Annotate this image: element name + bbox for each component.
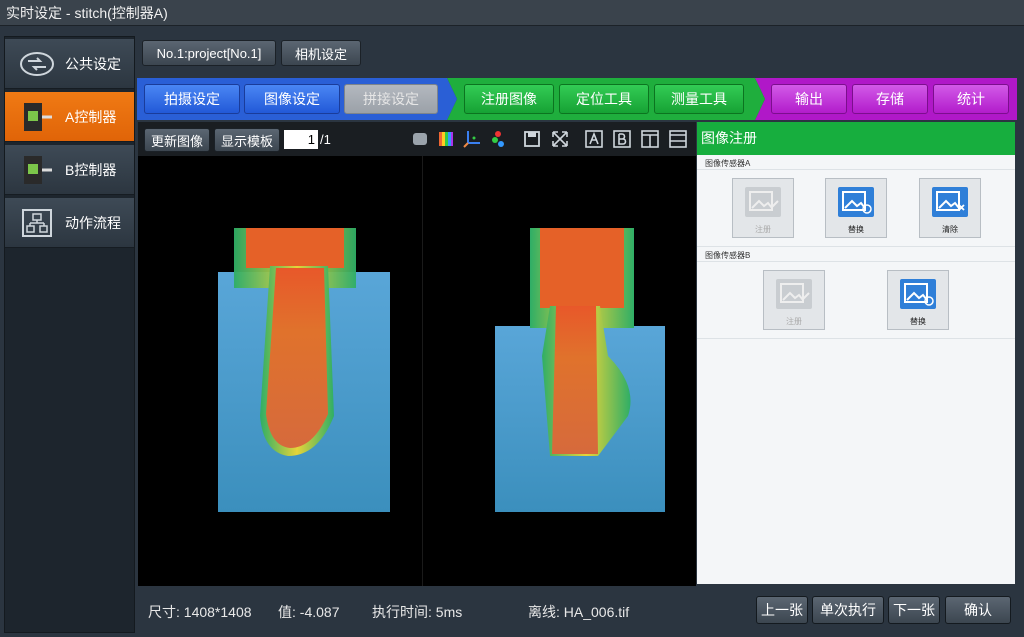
button-caption: 替换 (848, 225, 864, 234)
offline-file: 离线: HA_006.tif (528, 604, 630, 620)
window-title: 实时设定 - stitch(控制器A) (0, 0, 1024, 26)
step-storage[interactable]: 存储 (852, 84, 928, 114)
pixel-value: 值: -4.087 (278, 604, 340, 620)
show-template-button[interactable]: 显示模板 (214, 128, 280, 152)
region-b-icon[interactable] (612, 129, 632, 149)
link-icon (19, 46, 55, 82)
fit-icon[interactable] (550, 129, 570, 149)
image-register-panel: 图像注册 图像传感器A 注册 替换 清除 图像传感器B 注册 替换 (697, 122, 1015, 584)
replace-button-a[interactable]: 替换 (825, 178, 887, 238)
color-palette-icon[interactable] (436, 129, 456, 149)
register-button-b[interactable]: 注册 (763, 270, 825, 330)
image-clear-icon (932, 187, 968, 217)
step-measure-tool[interactable]: 测量工具 (654, 84, 744, 114)
image-size: 尺寸: 1408*1408 (148, 604, 252, 620)
replace-button-b[interactable]: 替换 (887, 270, 949, 330)
save-icon[interactable] (522, 129, 542, 149)
heatmap-image[interactable] (138, 156, 696, 586)
step-capture-settings[interactable]: 拍摄设定 (144, 84, 240, 114)
sidebar-item-label: 公共设定 (65, 55, 121, 72)
step-image-settings[interactable]: 图像设定 (244, 84, 340, 114)
right-pin (552, 306, 598, 454)
page-total: /1 (320, 132, 331, 147)
image-edit-icon (776, 279, 812, 309)
previous-image-button[interactable]: 上一张 (756, 596, 808, 624)
controller-icon (19, 99, 55, 135)
step-locate-tool[interactable]: 定位工具 (559, 84, 649, 114)
sidebar-item-label: A控制器 (65, 108, 117, 125)
flowchart-icon (19, 205, 55, 241)
channel-icon[interactable] (488, 129, 508, 149)
step-output[interactable]: 输出 (771, 84, 847, 114)
step-register-image[interactable]: 注册图像 (464, 84, 554, 114)
image-replace-icon (838, 187, 874, 217)
axes-icon[interactable] (462, 129, 482, 149)
split-horizontal-icon[interactable] (668, 129, 688, 149)
button-caption: 注册 (786, 317, 802, 326)
confirm-button[interactable]: 确认 (945, 596, 1011, 624)
sidebar-item-common[interactable]: 公共设定 (5, 39, 134, 89)
update-image-button[interactable]: 更新图像 (144, 128, 210, 152)
group-label-sensor-a: 图像传感器A (705, 159, 751, 168)
divider (697, 169, 1015, 170)
next-image-button[interactable]: 下一张 (888, 596, 940, 624)
project-selector[interactable]: No.1:project[No.1] (142, 40, 276, 66)
image-viewer[interactable]: 更新图像 显示模板 1 /1 (138, 122, 696, 586)
clear-button-a[interactable]: 清除 (919, 178, 981, 238)
page-input[interactable]: 1 (284, 130, 318, 149)
divider (697, 338, 1015, 339)
button-caption: 替换 (910, 317, 926, 326)
left-pin (266, 268, 328, 448)
button-caption: 清除 (942, 225, 958, 234)
single-run-button[interactable]: 单次执行 (812, 596, 884, 624)
button-caption: 注册 (755, 225, 771, 234)
sidebar-item-controller-b[interactable]: B控制器 (5, 145, 134, 195)
panel-title: 图像注册 (697, 122, 1015, 155)
stitched-heatmap (218, 156, 665, 586)
group-label-sensor-b: 图像传感器B (705, 251, 751, 260)
image-replace-icon (900, 279, 936, 309)
region-a-icon[interactable] (584, 129, 604, 149)
status-bar: 尺寸: 1408*1408 值: -4.087 执行时间: 5ms 离线: HA… (138, 588, 1016, 632)
sidebar-item-label: B控制器 (65, 161, 117, 178)
sidebar-item-controller-a[interactable]: A控制器 (5, 92, 134, 142)
split-vertical-icon[interactable] (640, 129, 660, 149)
register-button-a[interactable]: 注册 (732, 178, 794, 238)
execution-time: 执行时间: 5ms (372, 604, 463, 620)
step-stitch-settings[interactable]: 拼接设定 (344, 84, 438, 114)
controller-icon (19, 152, 55, 188)
sidebar-item-label: 动作流程 (65, 214, 121, 231)
sidebar-item-flow[interactable]: 动作流程 (5, 198, 134, 248)
stop-icon[interactable] (410, 129, 430, 149)
divider (697, 261, 1015, 262)
viewer-toolbar: 更新图像 显示模板 1 /1 (138, 122, 696, 156)
divider (697, 246, 1015, 247)
image-edit-icon (745, 187, 781, 217)
camera-settings-button[interactable]: 相机设定 (281, 40, 361, 66)
sidebar: 公共设定 A控制器 B控制器 动作流程 (4, 36, 135, 633)
step-statistics[interactable]: 统计 (933, 84, 1009, 114)
